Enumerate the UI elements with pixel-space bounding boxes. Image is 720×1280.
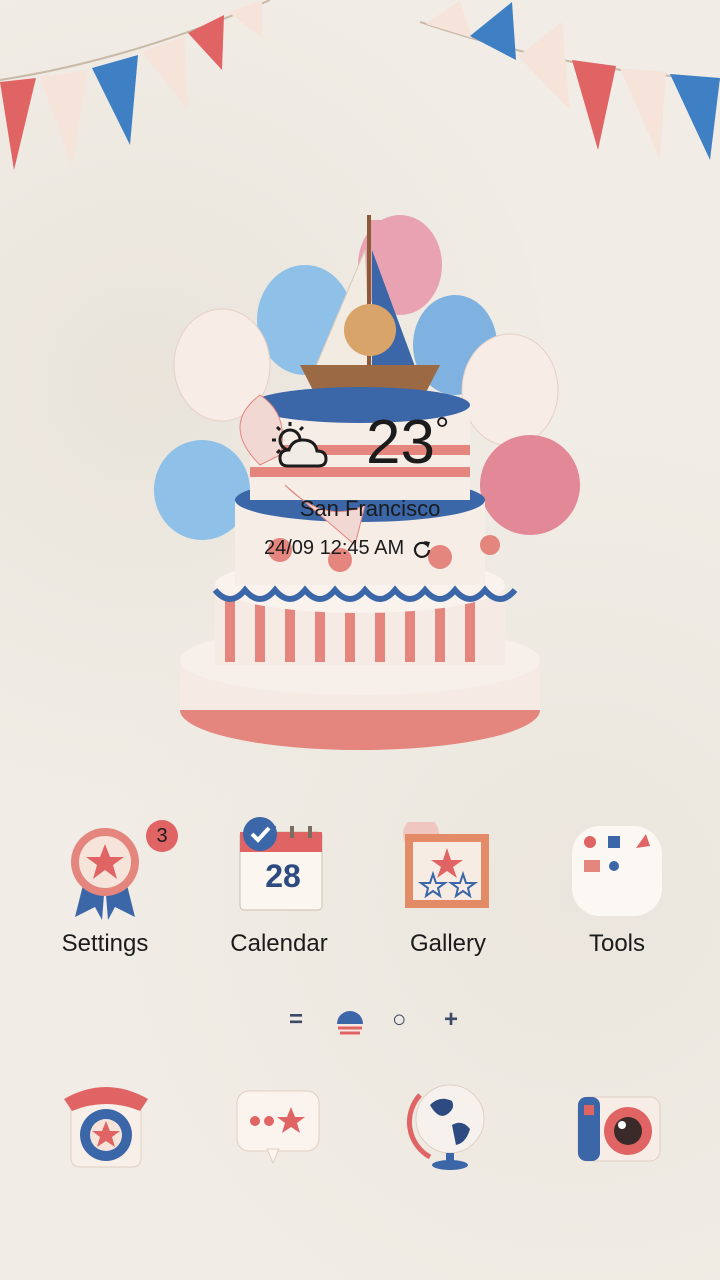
datetime-text: 24/09 12:45 AM: [264, 537, 405, 559]
notification-badge: 3: [146, 820, 178, 852]
app-label-tools: Tools: [588, 930, 646, 957]
app-tools[interactable]: Tools: [542, 822, 692, 958]
gallery-icon: [393, 816, 503, 922]
app-gallery[interactable]: Gallery: [373, 816, 523, 958]
calendar-date: 28: [265, 858, 301, 894]
bunting-left: [0, 0, 271, 170]
app-label-gallery: Gallery: [409, 930, 487, 957]
temperature[interactable]: 23°: [366, 412, 449, 474]
partly-cloudy-icon[interactable]: [268, 420, 338, 476]
city-name: San Francisco: [299, 496, 441, 521]
settings-icon: 3: [50, 820, 178, 922]
ribbon-medal-icon: [71, 828, 139, 920]
app-settings[interactable]: 3 Settings: [30, 820, 180, 958]
page-indicator: = ○ +: [0, 1006, 720, 1038]
folder-icon: [572, 826, 662, 916]
tools-folder-icon: [562, 822, 672, 922]
current-page-flag-icon[interactable]: [336, 1010, 364, 1038]
app-label-settings: Settings: [61, 930, 149, 957]
phone-icon[interactable]: [56, 1075, 156, 1175]
picture-frame-icon: [403, 816, 489, 908]
home-page-dot[interactable]: ○: [392, 1006, 407, 1034]
temperature-value: 23: [366, 408, 435, 477]
calendar-icon: 28: [224, 817, 334, 922]
bunting-right: [420, 0, 720, 160]
camera-icon[interactable]: [570, 1075, 670, 1175]
browser-globe-icon[interactable]: [400, 1075, 500, 1175]
app-label-calendar: Calendar: [230, 930, 328, 957]
messages-icon[interactable]: [227, 1075, 327, 1175]
refresh-icon[interactable]: [412, 539, 432, 559]
app-calendar[interactable]: 28 Calendar: [204, 817, 354, 958]
checkmark-icon: [243, 817, 277, 851]
menu-icon[interactable]: =: [289, 1006, 303, 1034]
weather-datetime: 24/09 12:45 AM: [264, 537, 432, 560]
temperature-unit: °: [434, 409, 450, 450]
add-page-icon[interactable]: +: [444, 1006, 458, 1034]
